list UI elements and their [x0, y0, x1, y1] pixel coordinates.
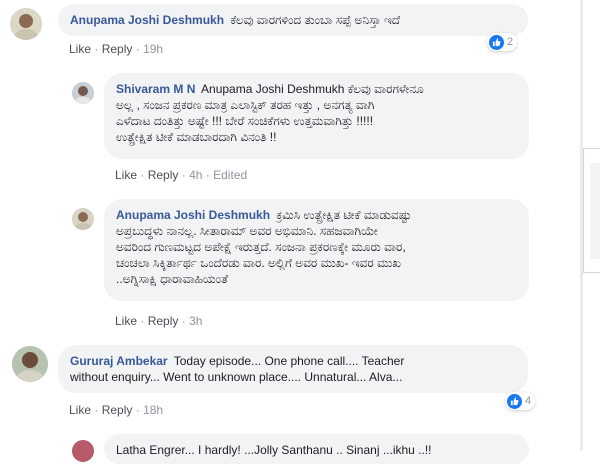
- separator: ·: [140, 314, 145, 328]
- comment-author[interactable]: Anupama Joshi Deshmukh: [70, 13, 224, 27]
- avatar[interactable]: [72, 82, 94, 104]
- comment-text: ಕ್ರಮಿಸಿ ಉತ್ಪ್ರೇಕ್ಷಿತ ಟೀಕೆ ಮಾಡುವಷ್ಟು: [276, 208, 412, 222]
- like-reaction-icon: [507, 393, 522, 409]
- avatar-image: [72, 82, 94, 104]
- avatar-image: [10, 8, 42, 40]
- avatar[interactable]: [10, 8, 42, 40]
- comment-thread: Anupama Joshi Deshmukh ಕೆಲವು ವಾರಗಳಿಂದ ತು…: [0, 0, 575, 464]
- like-link[interactable]: Like: [69, 403, 91, 417]
- comment-text: ಅವರಿಂದ ಗುಣಮಟ್ಟದ ಅಪೇಕ್ಷೆ ಇರುತ್ತದೆ. ಸಂಜನಾ …: [116, 240, 406, 254]
- reaction-count-badge[interactable]: 2: [487, 33, 518, 51]
- like-link[interactable]: Like: [115, 314, 137, 328]
- reaction-count-badge[interactable]: 4: [505, 392, 536, 410]
- comment-bubble: Gururaj Ambekar Today episode... One pho…: [58, 345, 528, 393]
- timestamp[interactable]: 3h: [189, 314, 202, 328]
- reply-bubble: Shivaram M N Anupama Joshi Deshmukh ಕೆಲವ…: [104, 73, 529, 159]
- avatar-image: [72, 440, 94, 462]
- reply-line: Shivaram M N Anupama Joshi Deshmukh ಕೆಲವ…: [116, 81, 517, 97]
- separator: ·: [181, 168, 186, 182]
- comment-text: ಅಲ್ಲ , ಸಂಜನ ಪ್ರಕರಣ ಮಾತ್ರ ಎಲಾಸ್ಟಿಕ್ ತರಹ ಇ…: [116, 98, 375, 112]
- reaction-count: 2: [507, 36, 514, 48]
- timestamp[interactable]: 19h: [143, 42, 163, 56]
- like-link[interactable]: Like: [69, 42, 91, 56]
- comment-text: ..ಅಗ್ನಿಸಾಕ್ಷಿ ಧಾರಾವಾಹಿಯಂತೆ: [116, 272, 228, 286]
- like-link[interactable]: Like: [115, 168, 137, 182]
- separator: ·: [94, 403, 99, 417]
- separator: ·: [140, 168, 145, 182]
- avatar[interactable]: [72, 440, 94, 462]
- reply-actions: Like · Reply · 3h: [115, 314, 202, 328]
- avatar[interactable]: [12, 346, 48, 382]
- comment-bubble: Anupama Joshi Deshmukh ಕೆಲವು ವಾರಗಳಿಂದ ತು…: [58, 4, 528, 36]
- avatar-image: [72, 208, 94, 230]
- comment-text: Today episode... One phone call.... Teac…: [173, 354, 405, 368]
- comment-text: ಕೆಲವು ವಾರಗಳಿಂದ ತುಂಬಾ ಸಪ್ಪೆ ಅನಿಸ್ತಾ ಇದೆ: [230, 13, 401, 27]
- reply-link[interactable]: Reply: [148, 314, 179, 328]
- right-panel-thumbnail[interactable]: [583, 148, 600, 273]
- separator: ·: [135, 42, 140, 56]
- reply-line: Anupama Joshi Deshmukh ಕ್ರಮಿಸಿ ಉತ್ಪ್ರೇಕ್…: [116, 207, 517, 223]
- reply-link[interactable]: Reply: [102, 403, 133, 417]
- comment-line: Gururaj Ambekar Today episode... One pho…: [70, 353, 516, 369]
- comment-actions: Like · Reply · 19h: [69, 42, 163, 56]
- reply-bubble: Latha Engrer... I hardly! ...Jolly Santh…: [104, 434, 529, 464]
- comment-text: Anupama Joshi Deshmukh ಕೆಲವು ವಾರಗಳೇನೂ: [201, 82, 424, 96]
- reaction-count: 4: [525, 395, 532, 407]
- comment-author[interactable]: Shivaram M N: [116, 82, 195, 96]
- comment-text: ಎಳೆದಾಟ ದಂತಿತ್ತು ಅಷ್ಟೇ !!! ಬೇರೆ ಸಂಚಿಕೆಗಳು…: [116, 114, 374, 128]
- comment-text: ಅಪ್ರಬುದ್ಧಳು ನಾನಲ್ಲ. ಸೀತಾರಾಮ್ ಅವರ ಅಭಿಮಾನಿ…: [116, 224, 378, 238]
- reply-bubble: Anupama Joshi Deshmukh ಕ್ರಮಿಸಿ ಉತ್ಪ್ರೇಕ್…: [104, 199, 529, 301]
- separator: ·: [135, 403, 140, 417]
- reply-link[interactable]: Reply: [148, 168, 179, 182]
- comment-author[interactable]: Anupama Joshi Deshmukh: [116, 208, 270, 222]
- comment-author[interactable]: Gururaj Ambekar: [70, 354, 168, 368]
- comment-text: ಉತ್ಪ್ರೇಕ್ಷಿತ ಟೀಕೆ ಮಾಡಬಾರದಾಗಿ ವಿನಂತಿ !!: [116, 130, 277, 144]
- reply-link[interactable]: Reply: [102, 42, 133, 56]
- comment-actions: Like · Reply · 18h: [69, 403, 163, 417]
- separator: ·: [205, 168, 210, 182]
- like-reaction-icon: [489, 34, 504, 50]
- comment-text: ಚಂಚಲಾ ಸಿಕ್ಕಿರ್ತಾರ್ಥ ಒಂದೆರಡು ವಾರ. ಅಲ್ಲಿಗೆ…: [116, 256, 402, 270]
- thumbnail-image: [590, 163, 600, 259]
- comment-text: without enquiry... Went to unknown place…: [70, 370, 403, 384]
- timestamp[interactable]: 4h: [189, 168, 202, 182]
- separator: ·: [181, 314, 186, 328]
- comment-text: Latha Engrer... I hardly! ...Jolly Santh…: [116, 443, 432, 457]
- separator: ·: [94, 42, 99, 56]
- avatar[interactable]: [72, 208, 94, 230]
- timestamp[interactable]: 18h: [143, 403, 163, 417]
- avatar-image: [12, 346, 48, 382]
- reply-actions: Like · Reply · 4h · Edited: [115, 168, 247, 182]
- edited-label[interactable]: Edited: [213, 168, 247, 182]
